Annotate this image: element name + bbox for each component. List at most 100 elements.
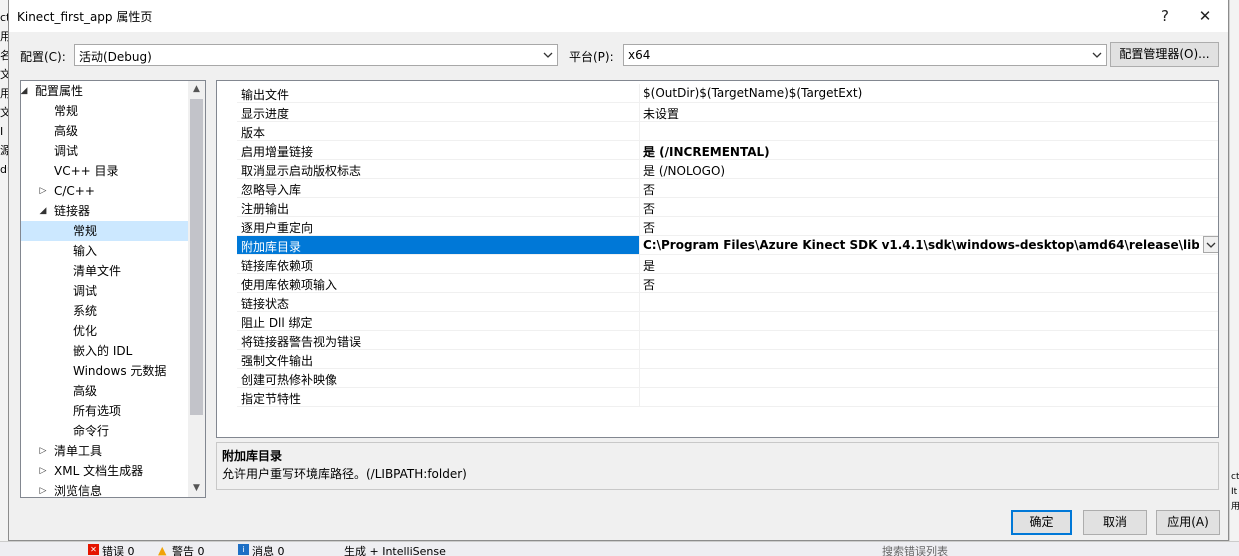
property-row[interactable]: 使用库依赖项输入 否 xyxy=(237,274,1218,293)
property-name: 逐用户重定向 xyxy=(241,221,314,235)
bg-fragment: It xyxy=(1231,487,1238,497)
tree-item[interactable]: ◢ 配置属性 xyxy=(21,81,189,101)
property-row[interactable]: 指定节特性 xyxy=(237,388,1218,407)
column-divider xyxy=(639,236,640,255)
property-value[interactable]: 未设置 xyxy=(643,105,1211,122)
warning-count: 警告 0 xyxy=(172,545,205,556)
property-row[interactable]: 启用增量链接 是 (/INCREMENTAL) xyxy=(237,141,1218,160)
property-name: 启用增量链接 xyxy=(241,145,314,159)
collapse-arrow-icon[interactable]: ◢ xyxy=(21,81,29,101)
value-dropdown-button[interactable] xyxy=(1203,236,1218,253)
property-value[interactable]: 否 xyxy=(643,219,1211,236)
tree-item[interactable]: 输入 xyxy=(21,241,189,261)
column-divider xyxy=(639,331,640,350)
tree-item[interactable]: 调试 xyxy=(21,141,189,161)
column-divider xyxy=(639,312,640,331)
tree-item[interactable]: 优化 xyxy=(21,321,189,341)
expand-arrow-icon[interactable]: ▷ xyxy=(38,481,48,497)
tree-item[interactable]: 常规 xyxy=(21,221,189,241)
column-divider xyxy=(639,217,640,236)
property-row[interactable]: 创建可热修补映像 xyxy=(237,369,1218,388)
tree-item-label: 调试 xyxy=(73,284,98,298)
property-row[interactable]: 注册输出 否 xyxy=(237,198,1218,217)
background-text-fragments-right: ct It 用 xyxy=(1231,470,1239,515)
tree-item-label: XML 文档生成器 xyxy=(54,464,144,478)
tree-item[interactable]: 常规 xyxy=(21,101,189,121)
search-error-list: 搜索错误列表 xyxy=(882,545,948,556)
chevron-up-icon[interactable]: ▲ xyxy=(188,81,205,98)
tree-item[interactable]: 清单文件 xyxy=(21,261,189,281)
property-name: 附加库目录 xyxy=(241,240,302,254)
property-name: 注册输出 xyxy=(241,202,290,216)
column-divider xyxy=(639,103,640,122)
platform-value: x64 xyxy=(628,48,651,62)
background-ide-left: ct 用 名 文 用 文 I 源 du xyxy=(0,0,14,555)
property-value[interactable]: 否 xyxy=(643,200,1211,217)
property-row[interactable]: 输出文件 $(OutDir)$(TargetName)$(TargetExt) xyxy=(237,84,1218,103)
tree-item[interactable]: ◢ 链接器 xyxy=(21,201,189,221)
tree-item-label: 所有选项 xyxy=(73,404,122,418)
tree-item[interactable]: 高级 xyxy=(21,121,189,141)
property-row[interactable]: 强制文件输出 xyxy=(237,350,1218,369)
property-value[interactable]: 否 xyxy=(643,276,1211,293)
chevron-down-icon[interactable]: ▼ xyxy=(188,480,205,497)
chevron-down-icon xyxy=(543,52,553,58)
property-row[interactable]: 版本 xyxy=(237,122,1218,141)
column-divider xyxy=(639,84,640,103)
property-row[interactable]: 取消显示启动版权标志 是 (/NOLOGO) xyxy=(237,160,1218,179)
tree-item-label: 常规 xyxy=(54,104,79,118)
error-count: 错误 0 xyxy=(102,545,135,556)
property-row[interactable]: 链接库依赖项 是 xyxy=(237,255,1218,274)
property-row[interactable]: 将链接器警告视为错误 xyxy=(237,331,1218,350)
tree-item[interactable]: 调试 xyxy=(21,281,189,301)
property-row[interactable]: 阻止 Dll 绑定 xyxy=(237,312,1218,331)
property-value[interactable]: $(OutDir)$(TargetName)$(TargetExt) xyxy=(643,86,1211,100)
property-value[interactable]: 是 (/NOLOGO) xyxy=(643,162,1211,179)
expand-arrow-icon[interactable]: ▷ xyxy=(38,181,48,201)
tree-item-label: 系统 xyxy=(73,304,98,318)
tree-item[interactable]: 命令行 xyxy=(21,421,189,441)
column-divider xyxy=(639,293,640,312)
property-value[interactable]: 是 (/INCREMENTAL) xyxy=(643,143,1211,160)
tree-item-label: VC++ 目录 xyxy=(54,164,119,178)
expand-arrow-icon[interactable]: ▷ xyxy=(38,441,48,461)
column-divider xyxy=(639,160,640,179)
property-name: 将链接器警告视为错误 xyxy=(241,335,362,349)
expand-arrow-icon[interactable]: ▷ xyxy=(38,461,48,481)
platform-combobox[interactable]: x64 xyxy=(623,44,1107,66)
property-name: 显示进度 xyxy=(241,107,290,121)
close-button[interactable]: ✕ xyxy=(1185,4,1225,28)
column-divider xyxy=(639,369,640,388)
tree-item[interactable]: 嵌入的 IDL xyxy=(21,341,189,361)
tree-item[interactable]: ▷ XML 文档生成器 xyxy=(21,461,189,481)
help-button[interactable]: ? xyxy=(1145,4,1185,28)
property-value[interactable]: 否 xyxy=(643,181,1211,198)
tree-item[interactable]: ▷ C/C++ xyxy=(21,181,189,201)
background-ide-right: ct It 用 xyxy=(1229,0,1239,555)
tree-item[interactable]: ▷ 清单工具 xyxy=(21,441,189,461)
scroll-thumb[interactable] xyxy=(190,99,203,415)
cancel-button[interactable]: 取消 xyxy=(1083,510,1147,535)
config-combobox[interactable]: 活动(Debug) xyxy=(74,44,558,66)
property-row[interactable]: 逐用户重定向 否 xyxy=(237,217,1218,236)
property-value[interactable]: C:\Program Files\Azure Kinect SDK v1.4.1… xyxy=(643,238,1199,252)
tree-item[interactable]: 所有选项 xyxy=(21,401,189,421)
property-row[interactable]: 附加库目录 C:\Program Files\Azure Kinect SDK v… xyxy=(237,236,1218,255)
ok-button[interactable]: 确定 xyxy=(1011,510,1072,535)
property-name: 取消显示启动版权标志 xyxy=(241,164,362,178)
tree-item[interactable]: VC++ 目录 xyxy=(21,161,189,181)
property-row[interactable]: 忽略导入库 否 xyxy=(237,179,1218,198)
property-row[interactable]: 链接状态 xyxy=(237,293,1218,312)
property-row[interactable]: 显示进度 未设置 xyxy=(237,103,1218,122)
config-manager-button[interactable]: 配置管理器(O)... xyxy=(1110,42,1219,67)
collapse-arrow-icon[interactable]: ◢ xyxy=(38,201,48,221)
property-name: 强制文件输出 xyxy=(241,354,314,368)
tree-scrollbar[interactable]: ▲ ▼ xyxy=(188,81,205,497)
tree-item[interactable]: Windows 元数据 xyxy=(21,361,189,381)
tree-item-label: Windows 元数据 xyxy=(73,364,167,378)
tree-item[interactable]: 高级 xyxy=(21,381,189,401)
apply-button[interactable]: 应用(A) xyxy=(1156,510,1220,535)
property-value[interactable]: 是 xyxy=(643,257,1211,274)
tree-item[interactable]: 系统 xyxy=(21,301,189,321)
tree-item[interactable]: ▷ 浏览信息 xyxy=(21,481,189,497)
